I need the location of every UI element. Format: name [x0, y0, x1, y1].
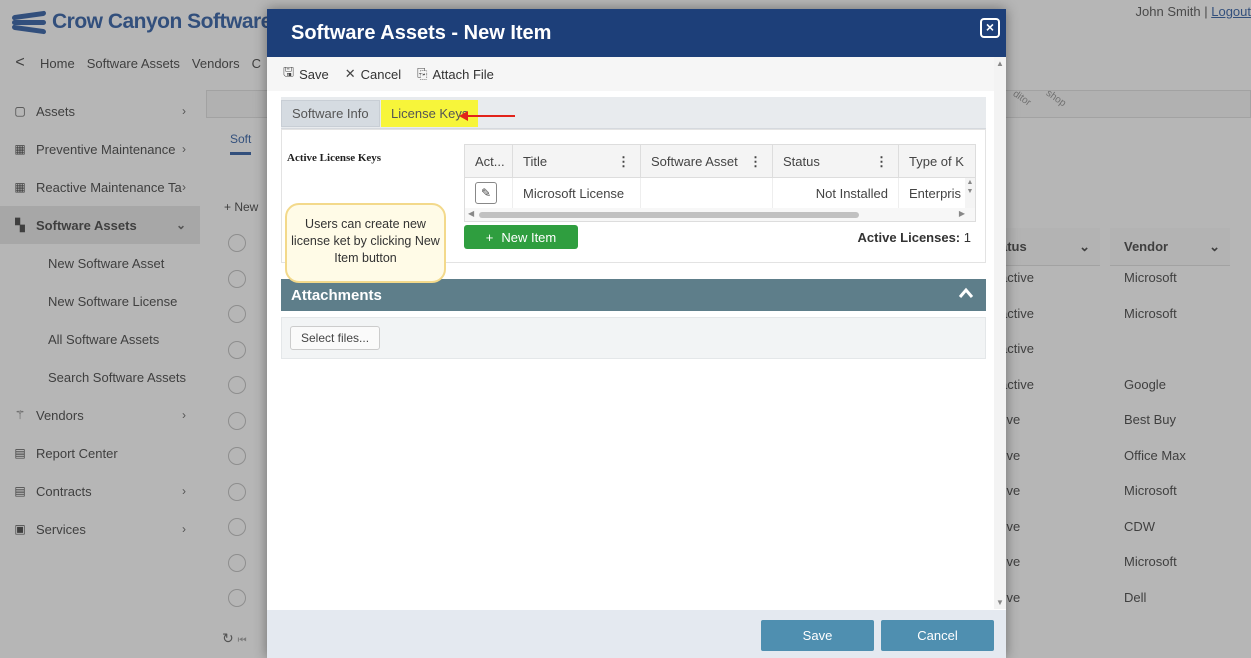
scrollbar-thumb[interactable]	[479, 212, 859, 218]
grid-header: Act... Title ⋮ Software Asset ⋮ Status ⋮ Ty…	[465, 145, 975, 178]
software-asset-cell	[641, 178, 773, 208]
new-item-dialog: Software Assets - New Item × 🖫 Save ✕ Ca…	[267, 9, 1006, 658]
column-menu-icon[interactable]: ⋮	[749, 154, 762, 170]
attachments-body: Select files...	[281, 317, 986, 359]
footer-save-button[interactable]: Save	[761, 620, 874, 651]
active-licenses-label: Active Licenses:	[857, 230, 961, 245]
active-licenses-value: 1	[963, 230, 971, 245]
status-cell: Not Installed	[773, 178, 899, 208]
column-header-label: Status	[783, 154, 820, 169]
dialog-scrollbar[interactable]: ▲ ▼	[994, 57, 1006, 609]
chevron-up-icon[interactable]	[958, 287, 974, 299]
tab-software-info[interactable]: Software Info	[281, 100, 380, 127]
pencil-icon[interactable]: ✎	[475, 182, 497, 204]
column-header-status[interactable]: Status ⋮	[773, 145, 899, 178]
scroll-right-icon[interactable]: ▶	[959, 209, 965, 218]
column-header-title[interactable]: Title ⋮	[513, 145, 641, 178]
column-header-software-asset[interactable]: Software Asset ⋮	[641, 145, 773, 178]
cancel-button[interactable]: ✕ Cancel	[345, 66, 401, 82]
column-header-label: Act...	[475, 154, 505, 169]
title-cell: Microsoft License	[513, 178, 641, 208]
new-item-label: New Item	[501, 229, 557, 245]
column-header-type[interactable]: Type of K	[899, 145, 975, 178]
dialog-title-bar: Software Assets - New Item ×	[267, 9, 1006, 57]
floppy-icon: 🖫	[283, 64, 295, 79]
save-button[interactable]: 🖫 Save	[283, 63, 329, 85]
attachments-header[interactable]: Attachments	[281, 279, 986, 311]
grid-vertical-scrollbar[interactable]: ▲ ▼	[965, 178, 975, 208]
x-icon: ✕	[344, 66, 356, 81]
scroll-down-icon[interactable]: ▼	[996, 598, 1004, 607]
license-keys-grid: Act... Title ⋮ Software Asset ⋮ Status ⋮ Ty…	[464, 144, 976, 222]
dialog-toolbar: 🖫 Save ✕ Cancel ⎘ Attach File	[267, 57, 1006, 91]
red-arrow-annotation	[459, 111, 515, 121]
table-row[interactable]: ✎ Microsoft License Not Installed Enterp…	[465, 178, 975, 208]
active-license-keys-label: Active License Keys	[287, 152, 382, 164]
active-licenses-count: Active Licenses: 1	[858, 230, 971, 245]
scroll-left-icon[interactable]: ◀	[468, 209, 474, 218]
footer-cancel-button[interactable]: Cancel	[881, 620, 994, 651]
action-cell: ✎	[465, 178, 513, 208]
attach-label: Attach File	[432, 66, 494, 82]
dialog-footer: Save Cancel	[267, 610, 1006, 658]
column-menu-icon[interactable]: ⋮	[875, 154, 888, 170]
dialog-title: Software Assets - New Item	[291, 21, 552, 44]
scroll-up-icon[interactable]: ▲	[996, 59, 1004, 68]
close-icon[interactable]: ×	[980, 18, 1000, 38]
attach-file-button[interactable]: ⎘ Attach File	[417, 66, 494, 82]
select-files-button[interactable]: Select files...	[290, 326, 381, 350]
column-header-label: Title	[523, 154, 548, 169]
grid-horizontal-scrollbar[interactable]: ◀ ▶	[465, 208, 975, 221]
paperclip-icon: ⎘	[417, 66, 428, 81]
cancel-label: Cancel	[360, 66, 402, 82]
attachments-title: Attachments	[291, 286, 382, 304]
column-header-action[interactable]: Act...	[465, 145, 513, 178]
form-tabs: Software Info License Keys	[281, 97, 986, 129]
plus-icon: +	[485, 229, 494, 245]
instruction-callout: Users can create new license ket by clic…	[285, 203, 446, 283]
column-menu-icon[interactable]: ⋮	[617, 154, 630, 170]
new-item-button[interactable]: + New Item	[464, 225, 578, 249]
column-header-label: Type of K	[909, 154, 964, 169]
column-header-label: Software Asset	[651, 154, 738, 169]
type-cell: Enterpris	[909, 185, 962, 201]
save-label: Save	[299, 66, 329, 82]
dialog-body: Software Info License Keys Active Licens…	[267, 91, 1006, 610]
